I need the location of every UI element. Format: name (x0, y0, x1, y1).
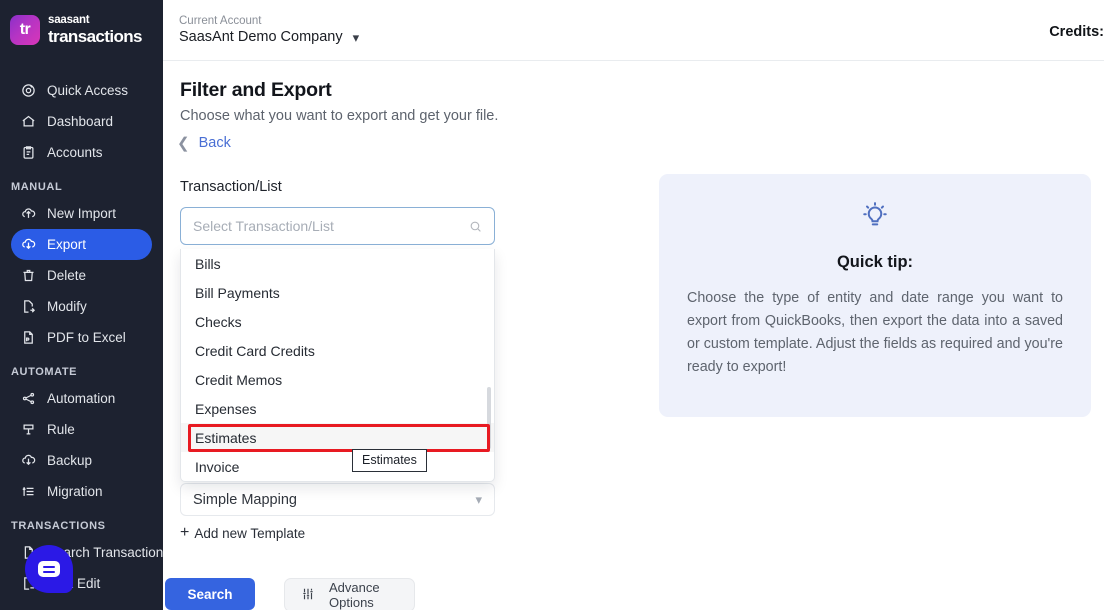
dropdown-option-estimates[interactable]: Estimates (181, 423, 494, 452)
back-label: Back (198, 135, 231, 151)
lightbulb-icon (687, 200, 1063, 235)
advance-options-button[interactable]: Advance Options (284, 578, 415, 610)
sidebar-item-label: PDF to Excel (47, 330, 126, 345)
saasant-logo-icon: tr (10, 15, 40, 45)
brand-logo-area[interactable]: tr saasant transactions (0, 0, 163, 61)
app-root: tr saasant transactions Current Account … (0, 0, 1104, 610)
file-edit-icon (21, 299, 36, 314)
upload-cloud-icon (21, 206, 36, 221)
sidebar-item-pdf-to-excel[interactable]: PDF to Excel (11, 322, 152, 353)
current-account-name: SaasAnt Demo Company (179, 29, 343, 46)
page-title: Filter and Export (180, 79, 332, 101)
logo-mark-text: tr (19, 21, 31, 38)
sidebar-item-label: Accounts (47, 145, 103, 160)
sidebar-item-quick-access[interactable]: Quick Access (11, 75, 152, 106)
chevron-down-icon: ▾ (352, 29, 360, 45)
rule-icon (21, 422, 36, 437)
back-button[interactable]: ❮ Back (177, 135, 231, 151)
dropdown-option[interactable]: Checks (181, 307, 494, 336)
template-select[interactable]: Simple Mapping ▾ (180, 483, 495, 516)
dropdown-option[interactable]: Credit Memos (181, 365, 494, 394)
sidebar-item-label: Quick Access (47, 83, 129, 98)
top-bar: tr saasant transactions Current Account … (0, 0, 1104, 61)
download-cloud-icon (21, 237, 36, 252)
sidebar-item-label: New Import (47, 206, 117, 221)
current-account-selector[interactable]: Current Account SaasAnt Demo Company ▾ (179, 14, 359, 47)
list-arrow-icon (21, 484, 36, 499)
sidebar-item-delete[interactable]: Delete (11, 260, 152, 291)
advance-options-label: Advance Options (329, 580, 380, 610)
download-cloud-icon (21, 453, 36, 468)
target-icon (21, 83, 36, 98)
sidebar-item-automation[interactable]: Automation (11, 383, 152, 414)
quick-tip-card: Quick tip: Choose the type of entity and… (659, 174, 1091, 417)
template-selected-value: Simple Mapping (193, 491, 297, 508)
page-subtitle: Choose what you want to export and get y… (180, 108, 499, 124)
chevron-left-icon: ❮ (177, 134, 190, 152)
plus-icon: + (180, 524, 190, 541)
sidebar-item-label: Modify (47, 299, 87, 314)
sidebar-item-label: Rule (47, 422, 75, 437)
sidebar-item-migration[interactable]: Migration (11, 476, 152, 507)
sidebar-item-label: Dashboard (47, 114, 114, 129)
dropdown-option[interactable]: Bills (181, 249, 494, 278)
sidebar-item-label: Delete (47, 268, 87, 283)
sidebar-section-reports: REPORTS (0, 599, 163, 610)
brand-wordmark: saasant transactions (48, 15, 142, 45)
sliders-icon (301, 587, 315, 604)
quick-tip-title: Quick tip: (836, 253, 914, 271)
sidebar-item-accounts[interactable]: Accounts (11, 137, 152, 168)
trash-icon (21, 268, 36, 283)
dropdown-option[interactable]: Credit Card Credits (181, 336, 494, 365)
transaction-list-label: Transaction/List (180, 179, 282, 195)
current-account-row: SaasAnt Demo Company ▾ (179, 28, 359, 46)
chat-widget-button[interactable] (25, 545, 73, 593)
sidebar-item-label: Automation (47, 391, 116, 406)
transaction-list-select[interactable]: Select Transaction/List (180, 207, 495, 245)
add-new-template-label: Add new Template (194, 525, 306, 541)
sidebar-section-automate: AUTOMATE (11, 366, 78, 378)
share-nodes-icon (21, 391, 36, 406)
sidebar-item-label: Migration (47, 484, 103, 499)
search-button[interactable]: Search (165, 578, 255, 610)
sidebar-item-new-import[interactable]: New Import (11, 198, 152, 229)
add-new-template-button[interactable]: + Add new Template (180, 525, 305, 541)
search-icon (469, 220, 482, 233)
sidebar-section-transactions: TRANSACTIONS (11, 520, 106, 532)
credits-label: Credits: (1049, 24, 1104, 40)
chat-message-icon (38, 561, 60, 577)
dropdown-scrollbar[interactable] (487, 387, 491, 449)
chevron-down-icon: ▾ (475, 491, 482, 507)
quick-tip-body: Choose the type of entity and date range… (687, 290, 1063, 376)
sidebar: Quick Access Dashboard Accounts MANUAL N… (0, 61, 163, 610)
clipboard-icon (21, 145, 36, 160)
file-pdf-icon (21, 330, 36, 345)
sidebar-item-dashboard[interactable]: Dashboard (11, 106, 152, 137)
sidebar-item-rule[interactable]: Rule (11, 414, 152, 445)
sidebar-section-manual: MANUAL (11, 181, 63, 193)
dropdown-option[interactable]: Invoice (181, 452, 494, 481)
brand-primary-text: saasant (48, 14, 90, 27)
dropdown-option[interactable]: Expenses (181, 394, 494, 423)
sidebar-item-backup[interactable]: Backup (11, 445, 152, 476)
transaction-list-placeholder: Select Transaction/List (193, 218, 334, 234)
home-icon (21, 114, 36, 129)
estimates-tooltip: Estimates (352, 449, 427, 472)
dropdown-option[interactable]: Bill Payments (181, 278, 494, 307)
sidebar-item-modify[interactable]: Modify (11, 291, 152, 322)
sidebar-item-label: Export (47, 237, 87, 252)
sidebar-item-export[interactable]: Export (11, 229, 152, 260)
sidebar-item-label: Backup (47, 453, 93, 468)
transaction-list-dropdown[interactable]: Bills Bill Payments Checks Credit Card C… (180, 249, 495, 482)
current-account-label: Current Account (179, 14, 262, 27)
brand-secondary-text: transactions (48, 26, 142, 46)
